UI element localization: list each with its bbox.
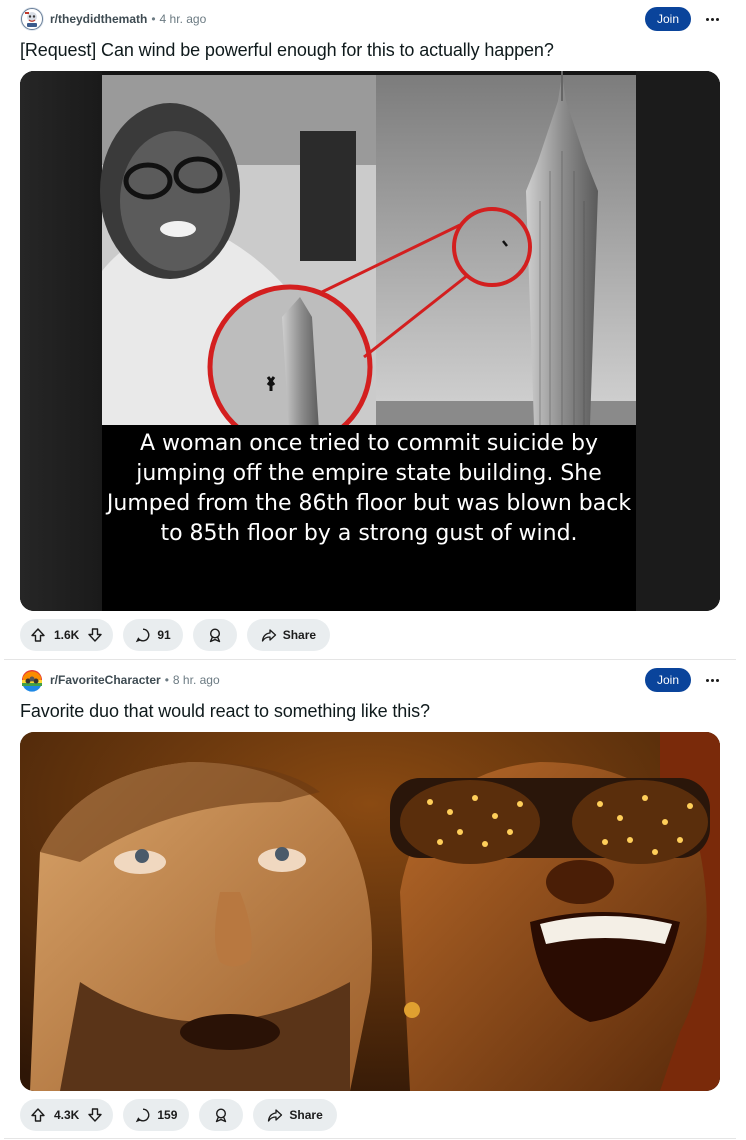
ellipsis-icon[interactable] [700,8,724,30]
post-title[interactable]: [Request] Can wind be powerful enough fo… [20,40,554,61]
post-card: r/theydidthemath • 4 hr. ago Join [Reque… [0,0,746,658]
comments-button[interactable]: 91 [123,619,183,651]
share-arrow-icon [268,1109,283,1122]
vote-count: 1.6K [54,628,80,642]
arrow-down-icon[interactable] [87,627,103,643]
post-image[interactable] [20,732,720,1091]
post-title[interactable]: Favorite duo that would react to somethi… [20,701,430,722]
post-image[interactable]: A woman once tried to commit suicide by … [20,71,720,611]
comments-button[interactable]: 159 [123,1099,190,1131]
post-time: 4 hr. ago [159,12,207,26]
speech-bubble-icon [136,628,150,643]
share-arrow-icon [261,629,276,642]
action-bar: 4.3K 159 Share [20,1099,337,1131]
speech-bubble-icon [136,1108,150,1123]
subreddit-avatar[interactable] [20,668,44,692]
award-button[interactable] [199,1099,244,1131]
meta-separator: • [151,12,156,26]
post-card: r/FavoriteCharacter • 8 hr. ago Join Fav… [0,661,746,1140]
image-illustration [20,732,720,1091]
award-button[interactable] [192,619,237,651]
share-label: Share [282,628,317,642]
join-button[interactable]: Join [645,7,691,31]
action-bar: 1.6K 91 Share [20,619,331,651]
subreddit-avatar[interactable] [20,7,44,31]
comment-count: 91 [157,628,171,642]
arrow-down-icon[interactable] [87,1107,103,1123]
award-icon [216,1108,227,1123]
subreddit-name[interactable]: r/theydidthemath [50,12,147,26]
award-icon [209,628,220,643]
vote-count: 4.3K [54,1108,80,1122]
post-divider [4,659,736,660]
share-button[interactable]: Share [246,619,331,651]
post-time: 8 hr. ago [172,673,220,687]
join-button[interactable]: Join [645,668,691,692]
subreddit-name[interactable]: r/FavoriteCharacter [50,673,161,687]
share-button[interactable]: Share [253,1099,337,1131]
vote-pill: 4.3K [20,1099,114,1131]
post-divider [4,1138,736,1139]
ellipsis-icon[interactable] [700,669,724,691]
share-label: Share [289,1108,323,1122]
image-caption: A woman once tried to commit suicide by … [106,431,632,546]
meta-separator: • [164,673,169,687]
post-meta: r/theydidthemath • 4 hr. ago [20,6,206,32]
comment-count: 159 [157,1108,178,1122]
arrow-up-icon[interactable] [30,1107,46,1123]
arrow-up-icon[interactable] [30,627,46,643]
vote-pill: 1.6K [20,619,114,651]
post-meta: r/FavoriteCharacter • 8 hr. ago [20,667,220,693]
